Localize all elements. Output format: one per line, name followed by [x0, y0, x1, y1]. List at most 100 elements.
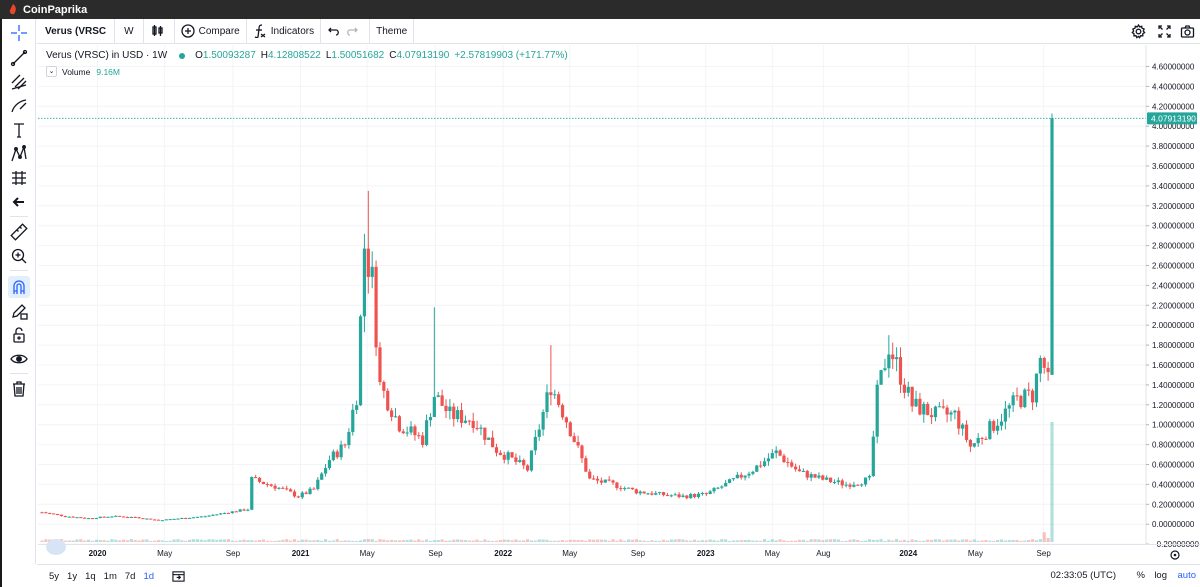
- volume-bar: [83, 540, 87, 542]
- volume-bar: [926, 539, 930, 542]
- screenshot-button[interactable]: [1180, 19, 1195, 44]
- volume-bar: [459, 539, 464, 542]
- percent-scale-toggle[interactable]: %: [1137, 570, 1145, 581]
- range-button-1y[interactable]: 1y: [63, 571, 81, 582]
- undo-icon[interactable]: [327, 24, 341, 38]
- volume-bar: [937, 539, 941, 542]
- candle-body: [860, 484, 864, 486]
- text-tool[interactable]: [8, 119, 30, 141]
- unlock-tool[interactable]: [8, 324, 30, 346]
- pitchfork-tool[interactable]: [8, 71, 30, 93]
- candle-body: [522, 460, 526, 466]
- candle-body: [327, 460, 332, 469]
- volume-bar: [922, 540, 926, 542]
- crosshair-tool[interactable]: [8, 22, 30, 44]
- volume-bar: [626, 539, 631, 542]
- candle-body: [312, 488, 316, 490]
- range-button-1q[interactable]: 1q: [81, 571, 100, 582]
- toolbar-divider: [10, 216, 28, 217]
- pattern-tool[interactable]: [8, 143, 30, 165]
- prediction-tool[interactable]: [8, 167, 30, 189]
- candle-body: [506, 452, 510, 460]
- candle-body: [463, 420, 468, 423]
- visibility-tool[interactable]: [8, 348, 30, 370]
- volume-bar: [805, 540, 809, 542]
- y-tick-label: 1.00000000: [1152, 421, 1195, 430]
- volume-bar: [867, 539, 872, 542]
- volume-bar: [145, 539, 149, 542]
- compare-button[interactable]: Compare: [175, 18, 247, 44]
- indicators-button[interactable]: Indicators: [247, 18, 322, 44]
- candle-body: [475, 428, 479, 430]
- candle-body: [879, 370, 883, 385]
- volume-bar: [1027, 539, 1031, 542]
- back-tool[interactable]: [8, 191, 30, 213]
- brush-tool[interactable]: [8, 95, 30, 117]
- range-button-5y[interactable]: 5y: [45, 571, 63, 582]
- time-axis[interactable]: 2020 May Sep 2021 May Sep 2022 May Sep 2023 May Aug…: [38, 544, 1200, 559]
- theme-button[interactable]: Theme: [370, 18, 415, 44]
- volume-bar: [327, 540, 332, 542]
- range-button-1d[interactable]: 1d: [139, 571, 158, 582]
- candle-body: [83, 517, 87, 519]
- volume-bar: [149, 540, 153, 542]
- fullscreen-button[interactable]: [1157, 19, 1172, 44]
- volume-bar: [160, 540, 165, 542]
- time-axis-settings-button[interactable]: [1170, 550, 1180, 560]
- candle-body: [801, 470, 805, 472]
- candle-body: [153, 519, 157, 521]
- volume-bar: [871, 539, 875, 542]
- candle-body: [98, 516, 102, 519]
- volume-bar: [964, 539, 969, 542]
- volume-bar: [564, 540, 569, 542]
- range-button-1m[interactable]: 1m: [100, 571, 121, 582]
- volume-legend: ⌄ Volume 9.16M: [46, 66, 120, 77]
- price-chart[interactable]: 4.600000004.400000004.200000004.00000000…: [38, 45, 1200, 564]
- remove-drawings-tool[interactable]: [8, 378, 30, 400]
- volume-bar: [883, 540, 887, 542]
- measure-tool[interactable]: [8, 221, 30, 243]
- candle-body: [708, 491, 712, 495]
- symbol-search-button[interactable]: Verus (VRSC: [37, 18, 116, 44]
- candle-body: [87, 518, 91, 520]
- volume-bar: [642, 540, 646, 542]
- y-tick-label: 0.00000000: [1152, 520, 1195, 529]
- volume-bar: [374, 540, 378, 542]
- volume-bar: [856, 539, 860, 542]
- settings-button[interactable]: [1131, 19, 1146, 44]
- fullscreen-icon: [1158, 25, 1171, 38]
- tradingview-logo-icon[interactable]: [46, 539, 66, 555]
- utc-clock[interactable]: 02:33:05 (UTC): [1051, 570, 1116, 581]
- date-range-icon[interactable]: [172, 570, 185, 583]
- range-button-7d[interactable]: 7d: [121, 571, 140, 582]
- pencil-lock-icon: [12, 304, 28, 320]
- volume-bar: [836, 539, 840, 542]
- auto-scale-toggle[interactable]: auto: [1178, 570, 1197, 581]
- zoom-in-icon: [11, 248, 27, 264]
- candle-body: [871, 436, 875, 476]
- candle-body: [242, 509, 246, 511]
- volume-bar: [778, 539, 782, 542]
- volume-bar: [79, 539, 83, 542]
- volume-bar: [1030, 539, 1035, 542]
- candle-body: [456, 410, 460, 420]
- zoom-tool[interactable]: [8, 245, 30, 267]
- interval-button[interactable]: W: [115, 18, 144, 44]
- volume-bar: [168, 540, 172, 542]
- redo-icon[interactable]: [345, 24, 359, 38]
- volume-bar: [658, 540, 662, 542]
- collapse-chevron-icon[interactable]: ⌄: [46, 66, 57, 77]
- log-scale-toggle[interactable]: log: [1154, 570, 1167, 581]
- volume-bar: [716, 540, 720, 542]
- candle-body: [59, 514, 64, 517]
- volume-bar: [681, 539, 685, 542]
- chart-style-button[interactable]: [144, 18, 175, 44]
- candle-body: [67, 516, 71, 518]
- magnet-tool[interactable]: [8, 276, 30, 298]
- volume-bar: [560, 540, 565, 542]
- trend-line-tool[interactable]: [8, 47, 30, 69]
- lock-drawings-tool[interactable]: [8, 300, 30, 322]
- candle-body: [794, 466, 798, 470]
- candle-body: [40, 512, 44, 514]
- volume-bar: [755, 540, 759, 542]
